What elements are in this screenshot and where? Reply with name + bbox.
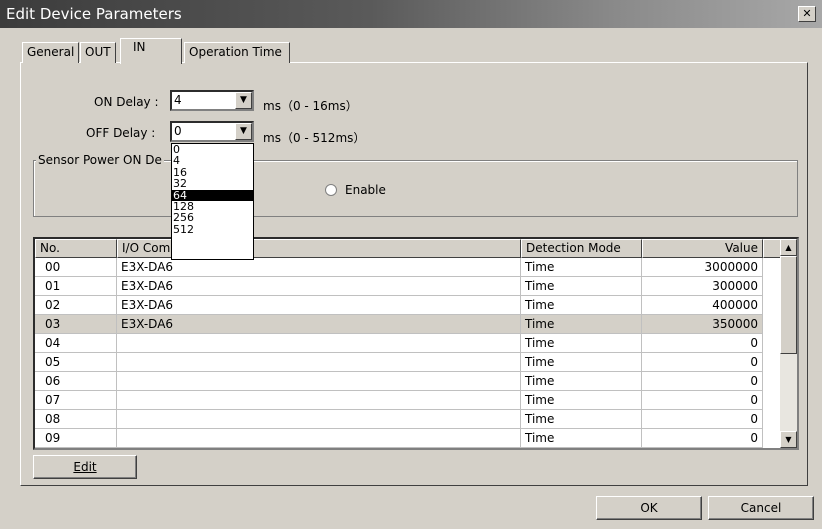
cell-no: 00 <box>35 258 117 276</box>
table-row[interactable]: 02 E3X-DA6 Time 400000 <box>35 296 763 315</box>
cell-no: 01 <box>35 277 117 295</box>
cell-io-comment <box>117 353 521 371</box>
cell-no: 02 <box>35 296 117 314</box>
io-table: No. I/O Com Detection Mode Value 00 E3X-D… <box>33 237 799 450</box>
off-delay-label: OFF Delay : <box>86 126 156 140</box>
cancel-button[interactable]: Cancel <box>708 496 814 520</box>
title-bar: Edit Device Parameters ✕ <box>0 0 822 28</box>
cell-no: 08 <box>35 410 117 428</box>
cell-io-comment <box>117 334 521 352</box>
cell-detection-mode: Time <box>521 410 642 428</box>
cell-io-comment <box>117 410 521 428</box>
cell-no: 03 <box>35 315 117 333</box>
scroll-thumb[interactable] <box>780 256 797 354</box>
cell-no: 07 <box>35 391 117 409</box>
edit-button[interactable]: Edit <box>33 455 137 479</box>
on-delay-range: ms（0 - 16ms） <box>263 99 358 113</box>
off-delay-value: 0 <box>174 124 182 138</box>
on-delay-label: ON Delay : <box>94 95 159 109</box>
on-delay-value: 4 <box>174 93 182 107</box>
cell-value: 0 <box>642 372 763 390</box>
cell-value: 300000 <box>642 277 763 295</box>
cell-io-comment: E3X-DA6 <box>117 258 521 276</box>
cell-no: 09 <box>35 429 117 447</box>
edit-button-label: Edit <box>73 460 97 474</box>
scroll-up-icon[interactable]: ▲ <box>780 239 797 256</box>
cell-detection-mode: Time <box>521 372 642 390</box>
header-value[interactable]: Value <box>642 239 763 258</box>
enable-radio[interactable] <box>325 184 337 196</box>
table-row[interactable]: 08 Time 0 <box>35 410 763 429</box>
off-delay-combo[interactable]: 0 ▼ <box>170 121 254 142</box>
on-delay-combo[interactable]: 4 ▼ <box>170 90 254 111</box>
cell-io-comment <box>117 391 521 409</box>
table-row[interactable]: 03 E3X-DA6 Time 350000 <box>35 315 763 334</box>
dropdown-option[interactable]: 32 <box>172 178 253 189</box>
cell-detection-mode: Time <box>521 296 642 314</box>
chevron-down-icon[interactable]: ▼ <box>235 92 252 109</box>
close-icon: ✕ <box>802 7 812 20</box>
cell-detection-mode: Time <box>521 429 642 447</box>
table-header: No. I/O Com Detection Mode Value <box>35 239 783 258</box>
cell-detection-mode: Time <box>521 391 642 409</box>
cell-io-comment: E3X-DA6 <box>117 277 521 295</box>
tab-out[interactable]: OUT <box>80 42 116 63</box>
table-row[interactable]: 06 Time 0 <box>35 372 763 391</box>
cell-value: 0 <box>642 410 763 428</box>
cell-value: 400000 <box>642 296 763 314</box>
table-row[interactable]: 04 Time 0 <box>35 334 763 353</box>
table-row[interactable]: 07 Time 0 <box>35 391 763 410</box>
sensor-power-group: Sensor Power ON De <box>33 153 798 217</box>
tab-operation-time[interactable]: Operation Time <box>184 42 290 63</box>
table-row[interactable]: 05 Time 0 <box>35 353 763 372</box>
chevron-down-icon[interactable]: ▼ <box>235 123 252 140</box>
cell-value: 350000 <box>642 315 763 333</box>
window-title: Edit Device Parameters <box>6 5 182 23</box>
cell-detection-mode: Time <box>521 277 642 295</box>
ok-button[interactable]: OK <box>596 496 702 520</box>
cell-detection-mode: Time <box>521 334 642 352</box>
cell-value: 3000000 <box>642 258 763 276</box>
cell-io-comment <box>117 372 521 390</box>
cell-no: 05 <box>35 353 117 371</box>
cell-no: 04 <box>35 334 117 352</box>
sensor-power-caption: Sensor Power ON De <box>36 153 164 167</box>
dropdown-option[interactable]: 0 <box>172 144 253 155</box>
close-button[interactable]: ✕ <box>798 6 816 22</box>
tab-general[interactable]: General <box>22 42 80 63</box>
cell-value: 0 <box>642 391 763 409</box>
table-row[interactable]: 00 E3X-DA6 Time 3000000 <box>35 258 763 277</box>
cell-detection-mode: Time <box>521 315 642 333</box>
cell-detection-mode: Time <box>521 258 642 276</box>
off-delay-range: ms（0 - 512ms） <box>263 131 366 145</box>
cell-value: 0 <box>642 334 763 352</box>
cell-io-comment <box>117 429 521 447</box>
vertical-scrollbar[interactable]: ▲ ▼ <box>780 239 797 448</box>
cell-value: 0 <box>642 353 763 371</box>
off-delay-dropdown-list[interactable]: 0 4 16 32 64 128 256 512 <box>171 143 254 260</box>
header-detection-mode[interactable]: Detection Mode <box>521 239 642 258</box>
cell-detection-mode: Time <box>521 353 642 371</box>
cell-value: 0 <box>642 429 763 447</box>
dropdown-option[interactable]: 512 <box>172 224 253 235</box>
cell-io-comment: E3X-DA6 <box>117 315 521 333</box>
table-row[interactable]: 01 E3X-DA6 Time 300000 <box>35 277 763 296</box>
scroll-down-icon[interactable]: ▼ <box>780 431 797 448</box>
cell-no: 06 <box>35 372 117 390</box>
cell-io-comment: E3X-DA6 <box>117 296 521 314</box>
tab-in[interactable]: IN <box>120 38 182 64</box>
enable-label: Enable <box>345 183 386 197</box>
table-row[interactable]: 09 Time 0 <box>35 429 763 448</box>
header-no[interactable]: No. <box>35 239 117 258</box>
